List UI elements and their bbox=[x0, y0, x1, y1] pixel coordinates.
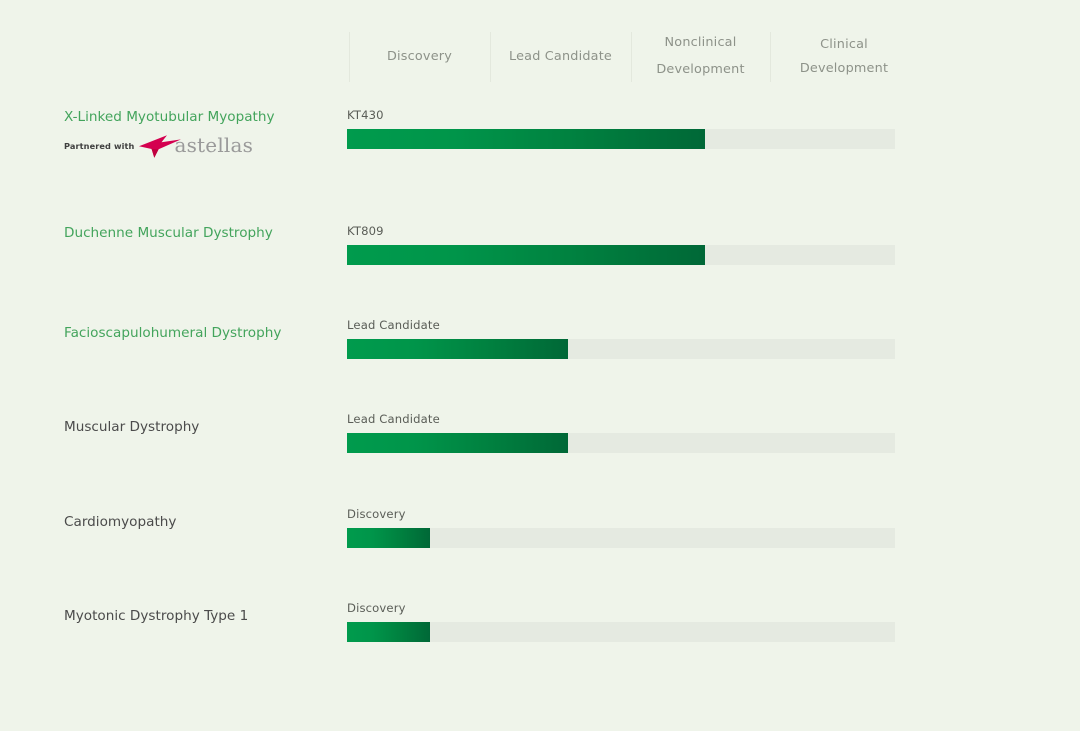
progress-track bbox=[347, 433, 895, 453]
stage-header-nonclinical-development: Nonclinical Development bbox=[656, 35, 745, 77]
progress-fill bbox=[347, 528, 430, 548]
program-name: Facioscapulohumeral Dystrophy bbox=[64, 325, 282, 341]
progress-track bbox=[347, 245, 895, 265]
partner-brand-name: astellas bbox=[174, 133, 254, 157]
stage-label: Lead Candidate bbox=[347, 318, 440, 332]
pipeline-row: Duchenne Muscular Dystrophy KT809 bbox=[0, 224, 1080, 318]
pipeline-row: Myotonic Dystrophy Type 1 Discovery bbox=[0, 601, 1080, 695]
stage-label: Discovery bbox=[347, 507, 406, 521]
pipeline-row: Muscular Dystrophy Lead Candidate bbox=[0, 412, 1080, 506]
stage-header-clinical-development: Clinical Development bbox=[799, 37, 889, 76]
progress-fill bbox=[347, 129, 705, 149]
progress-track bbox=[347, 339, 895, 359]
stage-label: Discovery bbox=[347, 601, 406, 615]
pipeline-row: Facioscapulohumeral Dystrophy Lead Candi… bbox=[0, 318, 1080, 412]
progress-fill bbox=[347, 622, 430, 642]
progress-track bbox=[347, 528, 895, 548]
pipeline-row: X-Linked Myotubular Myopathy Partnered w… bbox=[0, 108, 1080, 202]
stage-label: Lead Candidate bbox=[347, 412, 440, 426]
stage-header-discovery: Discovery bbox=[386, 49, 453, 65]
pipeline-stage-header: Discovery Lead Candidate Nonclinical Dev… bbox=[0, 0, 1080, 96]
progress-track bbox=[347, 129, 895, 149]
pipeline-chart: Discovery Lead Candidate Nonclinical Dev… bbox=[0, 0, 1080, 731]
partner-prefix-label: Partnered with bbox=[64, 140, 135, 151]
progress-track bbox=[347, 622, 895, 642]
pipeline-row: Cardiomyopathy Discovery bbox=[0, 507, 1080, 601]
partner-lockup: Partnered with astellas bbox=[64, 134, 253, 158]
program-name: Cardiomyopathy bbox=[64, 514, 177, 530]
progress-fill bbox=[347, 245, 705, 265]
stage-label: KT430 bbox=[347, 108, 384, 122]
progress-fill bbox=[347, 433, 568, 453]
program-name: Muscular Dystrophy bbox=[64, 419, 200, 435]
program-name: Myotonic Dystrophy Type 1 bbox=[64, 608, 249, 624]
stage-header-lead-candidate: Lead Candidate bbox=[508, 49, 613, 65]
program-name: Duchenne Muscular Dystrophy bbox=[64, 225, 273, 241]
progress-fill bbox=[347, 339, 568, 359]
program-name: X-Linked Myotubular Myopathy bbox=[64, 109, 275, 125]
stage-label: KT809 bbox=[347, 224, 384, 238]
